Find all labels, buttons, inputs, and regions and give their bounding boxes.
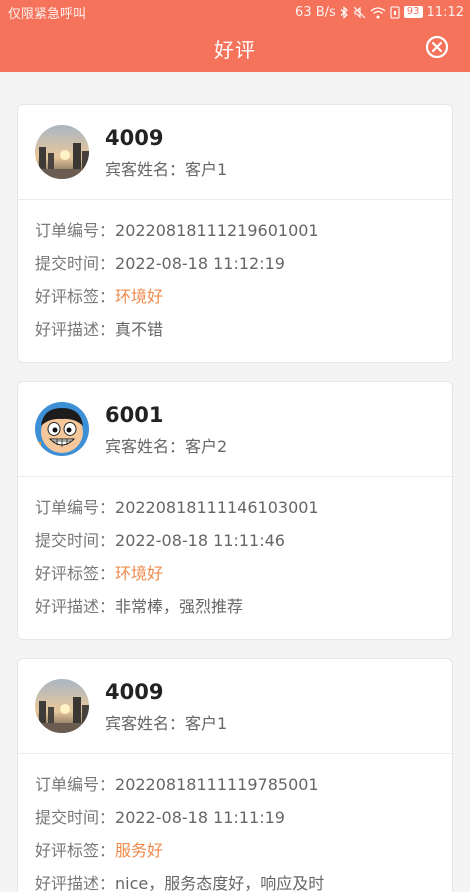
- review-desc: 真不错: [115, 320, 164, 339]
- guest-info: 4009 宾客姓名：客户1: [105, 678, 227, 734]
- review-desc-label: 好评描述：: [35, 320, 116, 339]
- battery-level: 93: [403, 6, 423, 18]
- sim-icon: [390, 5, 400, 19]
- order-number-label: 订单编号：: [35, 498, 116, 517]
- close-icon[interactable]: [424, 34, 450, 60]
- review-details: 订单编号：20220818111119785001 提交时间：2022-08-1…: [18, 754, 452, 892]
- status-time: 11:12: [426, 4, 464, 20]
- city-sunset-avatar-icon: [35, 125, 89, 179]
- header: 仅限紧急呼叫 63 B/s 93 11:12 好评: [0, 0, 470, 72]
- submit-time-label: 提交时间：: [35, 254, 116, 273]
- order-number-row: 订单编号：20220818111146103001: [35, 491, 452, 524]
- guest-name-label: 宾客姓名：: [105, 714, 186, 733]
- room-number: 6001: [105, 403, 164, 427]
- status-carrier-text: 仅限紧急呼叫: [8, 6, 87, 22]
- submit-time-row: 提交时间：2022-08-18 11:11:46: [35, 524, 452, 557]
- title-bar: 好评: [0, 24, 470, 72]
- page-title: 好评: [214, 37, 256, 62]
- order-number-label: 订单编号：: [35, 775, 116, 794]
- room-number: 4009: [105, 680, 164, 704]
- review-desc: 非常棒，强烈推荐: [115, 597, 244, 616]
- review-desc: nice，服务态度好，响应及时: [115, 874, 325, 892]
- guest-name-label: 宾客姓名：: [105, 160, 186, 179]
- avatar: [35, 402, 89, 456]
- order-number: 20220818111146103001: [115, 498, 319, 517]
- bluetooth-icon: [340, 5, 348, 19]
- avatar: [35, 679, 89, 733]
- review-card-header: 6001 宾客姓名：客户2: [18, 382, 452, 477]
- review-tag-row: 好评标签：环境好: [35, 557, 452, 590]
- submit-time: 2022-08-18 11:12:19: [115, 254, 285, 273]
- order-number-label: 订单编号：: [35, 221, 116, 240]
- wifi-icon: [370, 6, 386, 18]
- review-card[interactable]: 4009 宾客姓名：客户1 订单编号：20220818111219601001 …: [17, 104, 453, 363]
- review-tag: 服务好: [115, 841, 164, 860]
- review-card-header: 4009 宾客姓名：客户1: [18, 105, 452, 200]
- review-tag: 环境好: [115, 564, 164, 583]
- submit-time-row: 提交时间：2022-08-18 11:11:19: [35, 801, 452, 834]
- cartoon-pirate-avatar-icon: [35, 402, 89, 456]
- review-card[interactable]: 6001 宾客姓名：客户2 订单编号：20220818111146103001 …: [17, 381, 453, 640]
- review-tag-row: 好评标签：服务好: [35, 834, 452, 867]
- submit-time: 2022-08-18 11:11:46: [115, 531, 285, 550]
- guest-name: 客户1: [185, 160, 228, 179]
- review-card-header: 4009 宾客姓名：客户1: [18, 659, 452, 754]
- guest-name-row: 宾客姓名：客户1: [105, 156, 227, 180]
- review-tag: 环境好: [115, 287, 164, 306]
- review-desc-row: 好评描述：nice，服务态度好，响应及时: [35, 867, 452, 892]
- order-number: 20220818111219601001: [115, 221, 319, 240]
- guest-name-label: 宾客姓名：: [105, 437, 186, 456]
- city-sunset-avatar-icon: [35, 679, 89, 733]
- review-tag-label: 好评标签：: [35, 287, 116, 306]
- network-speed: 63 B/s: [295, 4, 336, 20]
- order-number-row: 订单编号：20220818111219601001: [35, 214, 452, 247]
- review-list[interactable]: 4009 宾客姓名：客户1 订单编号：20220818111219601001 …: [0, 72, 470, 892]
- review-desc-row: 好评描述：真不错: [35, 313, 452, 346]
- review-desc-label: 好评描述：: [35, 874, 116, 892]
- room-number: 4009: [105, 126, 164, 150]
- order-number: 20220818111119785001: [115, 775, 319, 794]
- guest-info: 6001 宾客姓名：客户2: [105, 401, 227, 457]
- review-tag-label: 好评标签：: [35, 841, 116, 860]
- status-indicators: 63 B/s 93 11:12: [295, 5, 464, 20]
- review-tag-label: 好评标签：: [35, 564, 116, 583]
- submit-time-label: 提交时间：: [35, 808, 116, 827]
- review-tag-row: 好评标签：环境好: [35, 280, 452, 313]
- review-desc-row: 好评描述：非常棒，强烈推荐: [35, 590, 452, 623]
- guest-name-row: 宾客姓名：客户1: [105, 710, 227, 734]
- review-desc-label: 好评描述：: [35, 597, 116, 616]
- review-details: 订单编号：20220818111146103001 提交时间：2022-08-1…: [18, 477, 452, 639]
- guest-info: 4009 宾客姓名：客户1: [105, 124, 227, 180]
- submit-time-label: 提交时间：: [35, 531, 116, 550]
- review-details: 订单编号：20220818111219601001 提交时间：2022-08-1…: [18, 200, 452, 362]
- guest-name: 客户2: [185, 437, 228, 456]
- order-number-row: 订单编号：20220818111119785001: [35, 768, 452, 801]
- guest-name: 客户1: [185, 714, 228, 733]
- review-card[interactable]: 4009 宾客姓名：客户1 订单编号：20220818111119785001 …: [17, 658, 453, 892]
- guest-name-row: 宾客姓名：客户2: [105, 433, 227, 457]
- mute-icon: [353, 6, 366, 18]
- submit-time: 2022-08-18 11:11:19: [115, 808, 285, 827]
- submit-time-row: 提交时间：2022-08-18 11:12:19: [35, 247, 452, 280]
- avatar: [35, 125, 89, 179]
- status-bar: 仅限紧急呼叫 63 B/s 93 11:12: [0, 0, 470, 24]
